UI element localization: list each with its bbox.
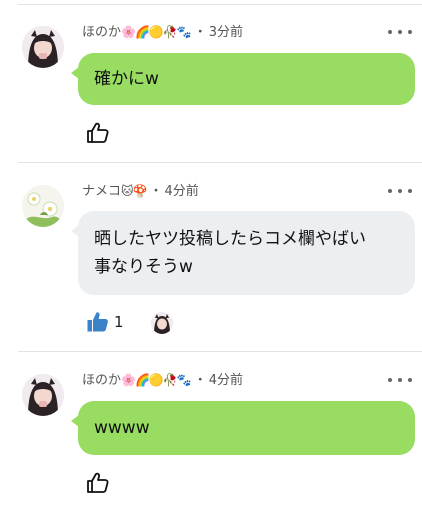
divider xyxy=(18,351,422,352)
thumbs-up-outline-icon xyxy=(87,472,109,493)
avatar[interactable] xyxy=(22,26,64,68)
comment-bubble: 確かにw xyxy=(71,53,415,105)
comment-text-line: 晒したヤツ投稿したらコメ欄やばい xyxy=(94,229,366,249)
more-options-button[interactable] xyxy=(388,24,412,40)
like-button[interactable] xyxy=(86,472,110,494)
dot-icon xyxy=(398,378,402,382)
more-options-button[interactable] xyxy=(388,183,412,199)
dot-icon xyxy=(388,189,392,193)
dot-icon xyxy=(408,30,412,34)
timestamp: 3分前 xyxy=(208,25,244,40)
bubble-tail xyxy=(71,225,79,237)
avatar[interactable] xyxy=(22,374,64,416)
separator: ・ xyxy=(193,25,207,40)
divider xyxy=(18,162,422,163)
dot-icon xyxy=(388,378,392,382)
dot-icon xyxy=(398,189,402,193)
like-count: 1 xyxy=(114,313,124,331)
timestamp: 4分前 xyxy=(164,184,199,199)
username[interactable]: ほのか xyxy=(82,373,121,388)
username[interactable]: ほのか xyxy=(82,25,121,40)
comment-text-line: 事なりそうw xyxy=(94,257,193,277)
comment-header: ナメコ🐱🍄 ・ 4分前 xyxy=(82,183,199,200)
dot-icon xyxy=(388,30,392,34)
dot-icon xyxy=(408,378,412,382)
like-button[interactable] xyxy=(86,311,110,333)
username[interactable]: ナメコ xyxy=(82,184,121,199)
timestamp: 4分前 xyxy=(208,373,244,388)
comment-bubble: wwww xyxy=(71,401,415,455)
more-options-button[interactable] xyxy=(388,372,412,388)
comment-text: 確かにw xyxy=(94,69,159,89)
separator: ・ xyxy=(193,373,207,388)
username-emoji: 🐱🍄 xyxy=(121,184,147,198)
bubble-tail xyxy=(71,67,79,79)
comment-bubble: 晒したヤツ投稿したらコメ欄やばい 事なりそうw xyxy=(71,211,415,295)
username-emoji: 🌸🌈🟡🥀🐾 xyxy=(121,373,192,387)
separator: ・ xyxy=(149,184,163,199)
reactor-avatar[interactable] xyxy=(151,312,173,334)
comment-header: ほのか🌸🌈🟡🥀🐾 ・ 3分前 xyxy=(82,24,243,41)
divider xyxy=(18,4,422,5)
dot-icon xyxy=(408,189,412,193)
bubble-tail xyxy=(71,415,79,427)
like-button[interactable] xyxy=(86,122,110,144)
comment-header: ほのか🌸🌈🟡🥀🐾 ・ 4分前 xyxy=(82,372,243,389)
username-emoji: 🌸🌈🟡🥀🐾 xyxy=(121,25,192,39)
avatar[interactable] xyxy=(22,185,64,227)
dot-icon xyxy=(398,30,402,34)
thumbs-up-outline-icon xyxy=(87,122,109,143)
thumbs-up-filled-icon xyxy=(87,312,108,332)
comment-text: wwww xyxy=(94,418,150,438)
